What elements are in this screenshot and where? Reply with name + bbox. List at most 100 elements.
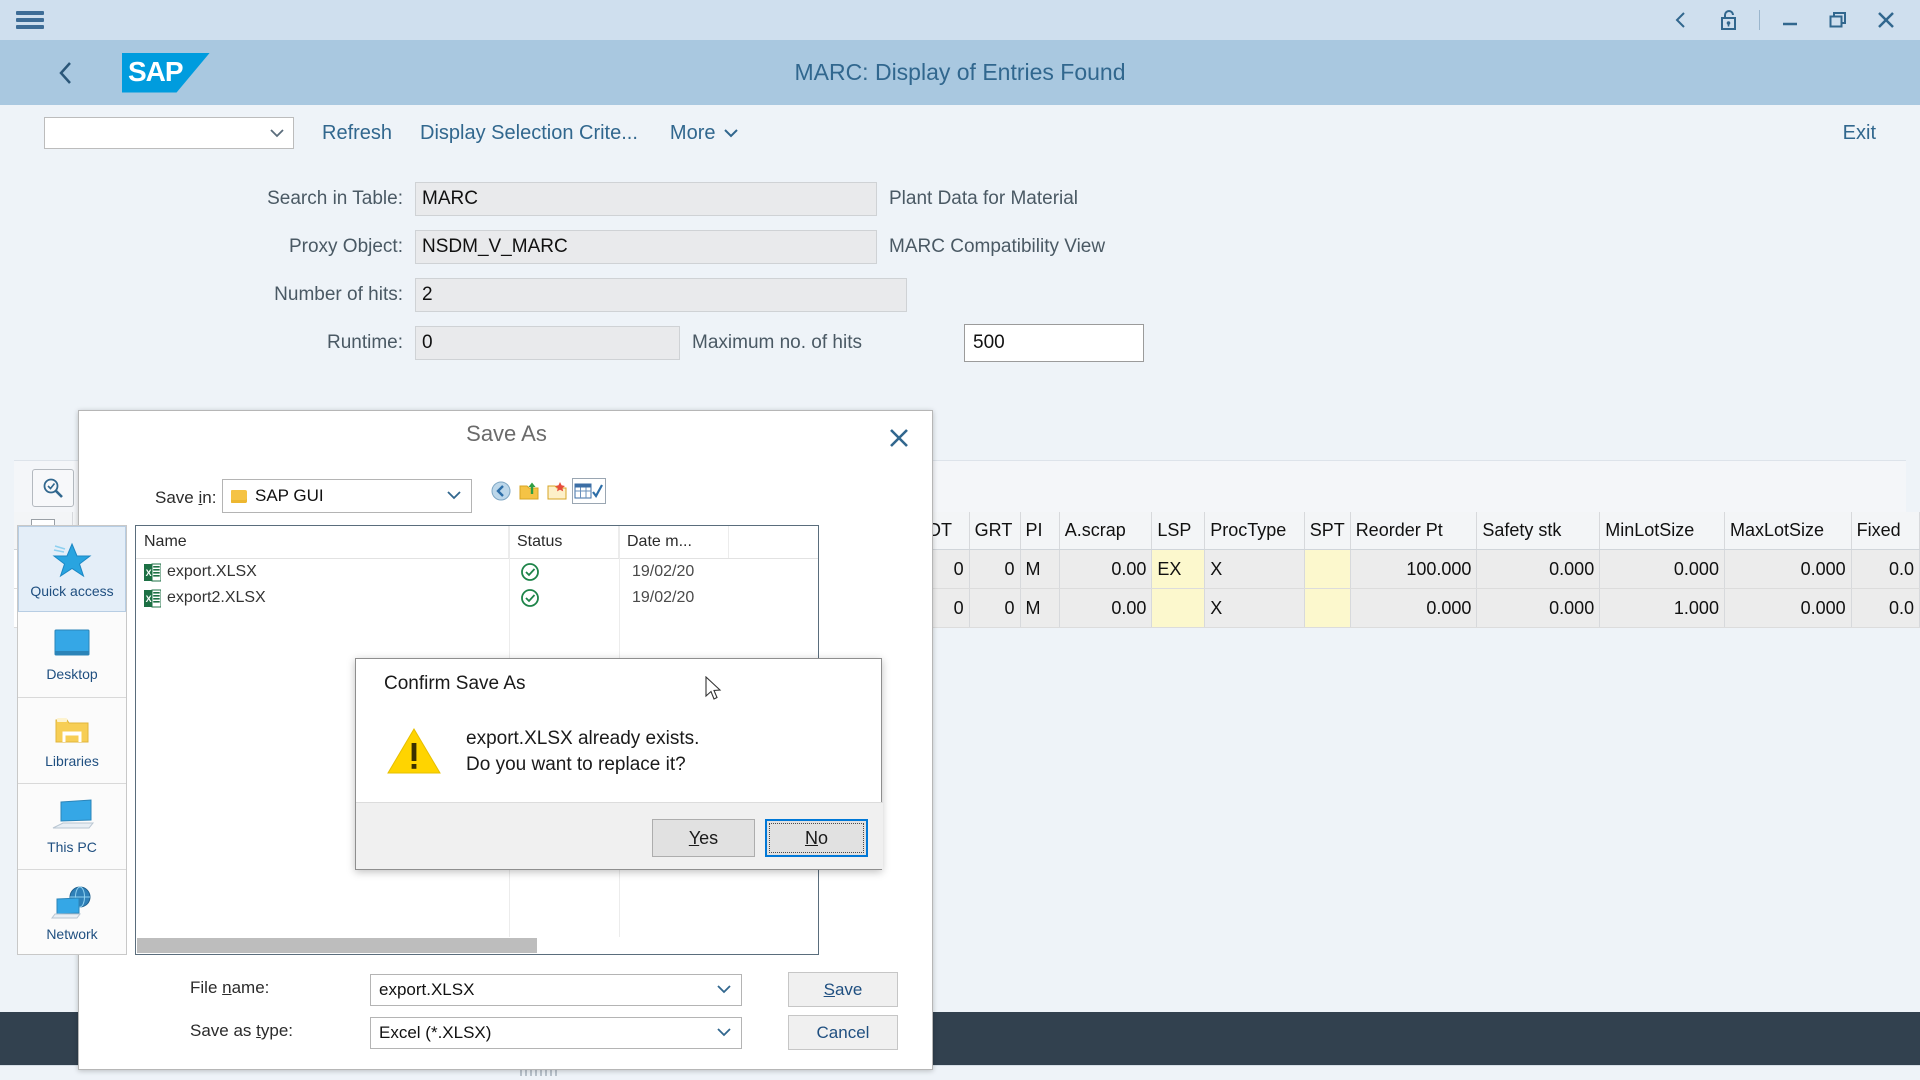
grid-col-proctype[interactable]: ProcType (1205, 512, 1305, 549)
cell-grt: 0 (970, 550, 1021, 588)
cell-fixed: 0.0 (1852, 550, 1920, 588)
refresh-button[interactable]: Refresh (322, 122, 392, 145)
sap-toolbar: Refresh Display Selection Crite... More … (0, 105, 1920, 161)
form-row-proxy-object: Proxy Object: NSDM_V_MARC MARC Compatibi… (0, 223, 1920, 271)
column-header-name[interactable]: Name (136, 526, 509, 558)
cell-fixed: 0.0 (1852, 589, 1920, 627)
file-name-cell: X export2.XLSX (136, 589, 514, 608)
input-number-of-hits[interactable]: 2 (415, 278, 907, 312)
synced-check-icon (521, 589, 539, 607)
form-row-number-of-hits: Number of hits: 2 (0, 271, 1920, 319)
grid-search-icon[interactable] (32, 469, 74, 507)
save-as-type-select[interactable]: Excel (*.XLSX) (370, 1017, 742, 1049)
list-item[interactable]: X export.XLSX 19/02/20 (136, 559, 818, 585)
grid-col-spt[interactable]: SPT (1304, 512, 1351, 549)
grid-col-maxlotsize[interactable]: MaxLotSize (1724, 512, 1852, 549)
input-proxy-object[interactable]: NSDM_V_MARC (415, 230, 877, 264)
save-in-value: SAP GUI (255, 486, 324, 505)
chevron-down-icon[interactable] (716, 981, 732, 999)
input-runtime[interactable]: 0 (415, 326, 680, 360)
sap-logo: SAP (122, 52, 210, 93)
no-button-focus-ring: No (769, 823, 864, 853)
input-search-in-table[interactable]: MARC (415, 182, 877, 216)
list-item[interactable]: X export2.XLSX 19/02/20 (136, 585, 818, 611)
close-icon[interactable] (1862, 0, 1910, 40)
close-icon[interactable] (884, 423, 914, 453)
exit-button[interactable]: Exit (1843, 122, 1876, 145)
excel-file-icon: X (144, 563, 162, 582)
sidebar-item-this-pc[interactable]: This PC (18, 784, 126, 870)
horizontal-scrollbar[interactable] (136, 937, 818, 954)
unlock-icon[interactable] (1705, 0, 1753, 40)
warning-triangle-icon (386, 726, 442, 776)
save-button[interactable]: Save (788, 972, 898, 1007)
cell-safety-stk: 0.000 (1477, 550, 1601, 588)
file-name-label: export.XLSX (167, 563, 257, 580)
library-folder-icon (55, 718, 89, 743)
grid-col-ascrap[interactable]: A.scrap (1059, 512, 1153, 549)
save-in-label: Save in: (155, 488, 217, 507)
column-header-date-modified[interactable]: Date m... (619, 526, 729, 558)
grid-col-reorder-pt[interactable]: Reorder Pt (1350, 512, 1478, 549)
star-icon (52, 542, 92, 577)
sidebar-item-network[interactable]: Network (18, 870, 126, 956)
page-title: MARC: Display of Entries Found (794, 59, 1126, 85)
grid-col-pi[interactable]: PI (1020, 512, 1060, 549)
sidebar-item-label: Desktop (46, 666, 98, 682)
save-as-type-label: Save as type: (190, 1021, 294, 1040)
grid-col-lsp[interactable]: LSP (1152, 512, 1206, 549)
svg-text:X: X (146, 594, 152, 604)
view-menu-icon[interactable] (572, 478, 606, 504)
cell-reorder-pt: 100.000 (1351, 550, 1478, 588)
grid-col-minlotsize[interactable]: MinLotSize (1600, 512, 1725, 549)
shell-window-controls (1657, 0, 1910, 40)
display-selection-criteria-button[interactable]: Display Selection Crite... (420, 122, 638, 145)
label-number-of-hits: Number of hits: (274, 284, 403, 305)
cell-ascrap: 0.00 (1060, 589, 1153, 627)
grid-col-fixed[interactable]: Fixed (1851, 512, 1920, 549)
save-as-type-value: Excel (*.XLSX) (379, 1023, 492, 1042)
sap-title-bar: SAP MARC: Display of Entries Found (0, 40, 1920, 105)
cell-maxlotsize: 0.000 (1725, 589, 1852, 627)
input-maximum-no-of-hits[interactable]: 500 (964, 324, 1144, 362)
computer-icon (52, 799, 95, 829)
sidebar-item-desktop[interactable]: Desktop (18, 612, 126, 698)
column-header-status[interactable]: Status (509, 526, 619, 558)
cancel-button[interactable]: Cancel (788, 1015, 898, 1050)
sidebar-item-libraries[interactable]: Libraries (18, 698, 126, 784)
more-menu-button[interactable]: More (670, 122, 740, 145)
variant-select[interactable] (44, 117, 294, 149)
desc-proxy-object: MARC Compatibility View (889, 236, 1106, 257)
file-status-cell (514, 588, 624, 608)
up-folder-icon[interactable] (516, 478, 542, 504)
no-button[interactable]: No (765, 819, 868, 857)
sidebar-item-quick-access[interactable]: Quick access (18, 526, 126, 612)
restore-icon[interactable] (1814, 0, 1862, 40)
minimize-icon[interactable] (1766, 0, 1814, 40)
scrollbar-thumb[interactable] (137, 938, 537, 953)
file-name-input[interactable]: export.XLSX (370, 974, 742, 1006)
history-back-icon[interactable] (1657, 0, 1705, 40)
back-chevron-icon[interactable] (56, 58, 76, 88)
sidebar-item-label: Network (46, 925, 98, 942)
label-proxy-object: Proxy Object: (288, 236, 403, 257)
grid-col-grt[interactable]: GRT (969, 512, 1021, 549)
grid-col-safety-stk[interactable]: Safety stk (1477, 512, 1601, 549)
cell-minlotsize: 0.000 (1600, 550, 1725, 588)
hamburger-icon[interactable] (16, 9, 44, 31)
no-button-label: No (804, 827, 828, 848)
cell-lsp (1152, 589, 1206, 627)
chevron-down-icon[interactable] (716, 1024, 732, 1042)
new-folder-icon[interactable] (544, 478, 570, 504)
confirm-dialog-title: Confirm Save As (384, 673, 526, 694)
cell-proctype: X (1205, 589, 1305, 627)
file-name-label: export2.XLSX (167, 589, 266, 606)
desc-search-in-table: Plant Data for Material (889, 188, 1079, 209)
save-in-dropdown[interactable]: SAP GUI (222, 479, 472, 513)
back-navigate-icon[interactable] (488, 478, 514, 504)
confirm-save-as-dialog: Confirm Save As export.XLSX already exis… (355, 658, 883, 870)
form-row-search-in-table: Search in Table: MARC Plant Data for Mat… (0, 175, 1920, 223)
yes-button[interactable]: Yes (652, 819, 755, 857)
excel-file-icon: X (144, 589, 162, 608)
places-bar: Quick access Desktop Libraries This PC N… (17, 525, 127, 955)
